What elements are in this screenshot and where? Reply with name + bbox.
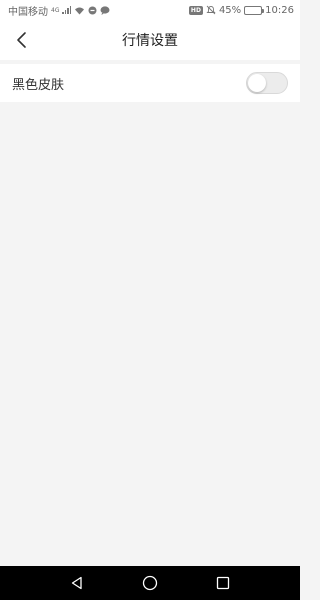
nav-back-button[interactable] bbox=[65, 571, 89, 595]
page-title: 行情设置 bbox=[122, 33, 178, 49]
mute-icon bbox=[206, 5, 216, 15]
carrier-name: 中国移动 bbox=[8, 6, 48, 18]
setting-row-dark-skin[interactable]: 黑色皮肤 bbox=[0, 64, 300, 102]
wifi-icon bbox=[75, 7, 85, 14]
hd-icon: HD bbox=[188, 5, 203, 15]
chevron-left-icon bbox=[17, 32, 26, 48]
settings-list: 黑色皮肤 bbox=[0, 64, 300, 102]
toggle-knob bbox=[248, 74, 266, 92]
status-left: 中国移动 4G bbox=[8, 3, 110, 18]
status-bar: 中国移动 4G HD 45% 10:26 bbox=[0, 0, 300, 20]
back-triangle-icon bbox=[71, 576, 82, 590]
nav-home-button[interactable] bbox=[138, 571, 162, 595]
status-right: HD 45% 10:26 bbox=[188, 4, 294, 16]
home-circle-icon bbox=[142, 575, 158, 591]
recents-square-icon bbox=[217, 576, 230, 590]
battery-time-indicator bbox=[244, 5, 265, 15]
vpn-icon bbox=[88, 6, 97, 14]
clock-time: 10:26 bbox=[265, 4, 294, 16]
signal-type-label: 4G bbox=[51, 6, 60, 14]
setting-label: 黑色皮肤 bbox=[12, 77, 65, 93]
battery-icon bbox=[244, 5, 265, 15]
message-icon bbox=[100, 5, 110, 15]
dark-skin-toggle[interactable] bbox=[246, 72, 288, 94]
back-button[interactable] bbox=[10, 28, 34, 52]
nav-recents-button[interactable] bbox=[211, 571, 235, 595]
system-nav-bar bbox=[0, 566, 300, 600]
page-header: 行情设置 bbox=[0, 20, 300, 60]
battery-percent: 45% bbox=[218, 4, 242, 16]
signal-icon bbox=[62, 6, 72, 14]
